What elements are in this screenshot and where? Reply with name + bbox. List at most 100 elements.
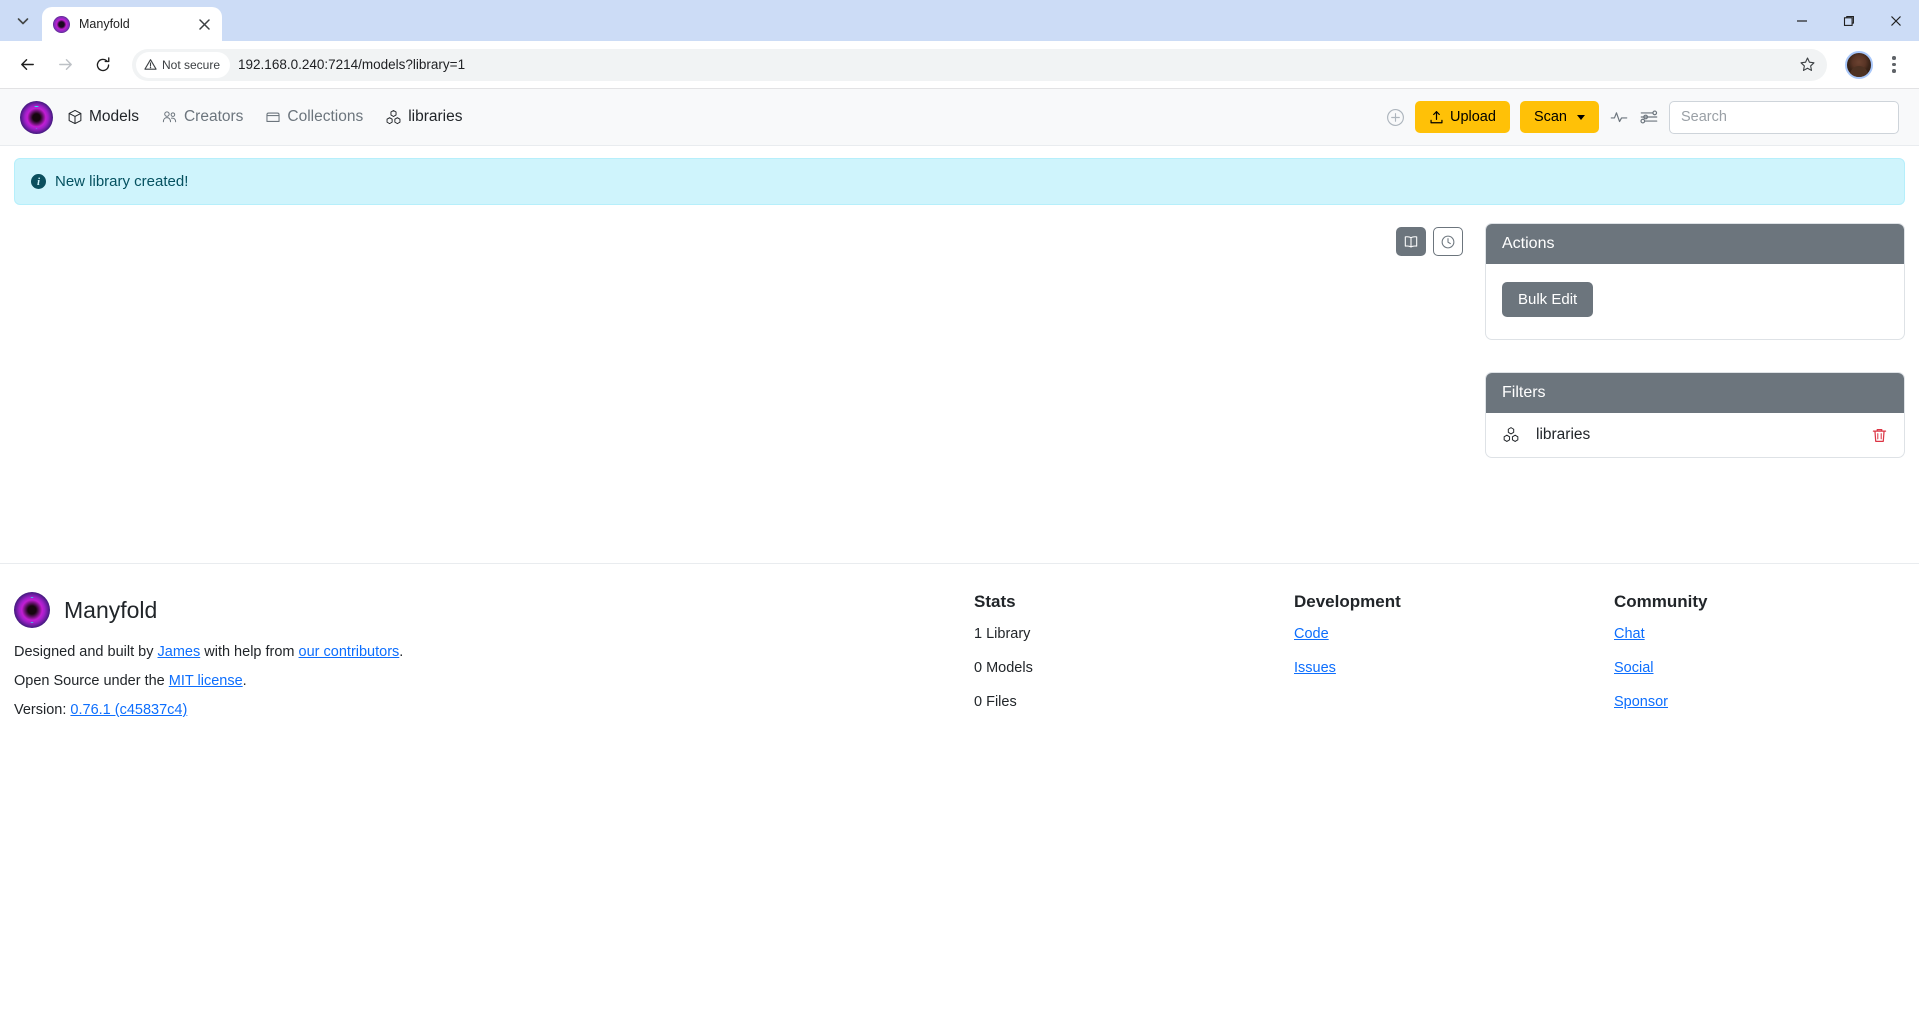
minimize-icon[interactable]	[1778, 0, 1825, 41]
upload-button[interactable]: Upload	[1414, 100, 1510, 134]
cube-icon	[68, 109, 82, 125]
book-icon	[1404, 235, 1418, 248]
footer-community-title: Community	[1614, 592, 1708, 611]
delete-filter-button[interactable]	[1871, 427, 1888, 444]
activity-pulse-icon	[1610, 112, 1628, 123]
contributors-link[interactable]: our contributors	[299, 644, 400, 660]
forward-button[interactable]	[48, 48, 82, 82]
tab-title: Manyfold	[79, 17, 130, 31]
page-footer: Manyfold Designed and built by James wit…	[0, 563, 1919, 731]
nav-item-creators[interactable]: Creators	[161, 108, 243, 126]
community-link-sponsor[interactable]: Sponsor	[1614, 694, 1708, 710]
scan-label: Scan	[1533, 108, 1567, 125]
manyfold-logo-icon[interactable]	[20, 100, 53, 134]
trash-icon	[1872, 428, 1887, 442]
actions-card: Actions Bulk Edit	[1485, 223, 1905, 340]
view-toggle-group	[1396, 227, 1463, 256]
window-controls	[1778, 0, 1919, 41]
reload-icon	[96, 56, 110, 71]
maximize-icon[interactable]	[1825, 0, 1872, 41]
browser-titlebar: Manyfold	[0, 0, 1919, 41]
upload-icon	[1430, 110, 1443, 123]
library-group-icon	[1503, 427, 1519, 442]
footer-development-title: Development	[1294, 592, 1401, 611]
kebab-dot	[1892, 69, 1896, 73]
nav-item-collections[interactable]: Collections	[265, 108, 363, 126]
warning-triangle-icon	[144, 59, 157, 70]
nav-item-libraries[interactable]: libraries	[385, 108, 462, 126]
credit-suffix: .	[399, 644, 404, 660]
version-link[interactable]: 0.76.1 (c45837c4)	[70, 702, 187, 718]
tab-search-button[interactable]	[6, 6, 40, 36]
stat-models: 0 Models	[974, 660, 1033, 676]
library-group-icon	[386, 109, 401, 124]
filters-card-title: Filters	[1486, 373, 1904, 413]
sidebar: Actions Bulk Edit Filters libraries	[1485, 223, 1905, 523]
address-bar[interactable]: Not secure 192.168.0.240:7214/models?lib…	[132, 48, 1827, 81]
collection-box-icon	[266, 112, 280, 122]
community-link-chat[interactable]: Chat	[1614, 626, 1708, 642]
development-link-issues[interactable]: Issues	[1294, 660, 1614, 676]
users-icon	[162, 110, 177, 122]
footer-credit-line: Designed and built by James with help fr…	[14, 644, 974, 660]
license-link[interactable]: MIT license	[169, 673, 243, 689]
filters-card: Filters libraries	[1485, 372, 1905, 458]
footer-stats-title: Stats	[974, 592, 1016, 611]
arrow-right-icon	[58, 59, 72, 70]
site-security-indicator[interactable]: Not secure	[136, 51, 231, 78]
filter-row-libraries: libraries	[1486, 413, 1904, 457]
close-icon[interactable]	[194, 14, 214, 34]
reload-button[interactable]	[86, 48, 120, 82]
stat-files: 0 Files	[974, 694, 1017, 710]
search-input[interactable]	[1669, 100, 1899, 134]
footer-stats-column: Stats 1 Library 0 Models 0 Files	[974, 592, 1294, 731]
version-prefix: Version:	[14, 702, 71, 718]
author-link[interactable]: James	[158, 644, 201, 660]
settings-button[interactable]	[1639, 107, 1659, 127]
bulk-edit-button[interactable]: Bulk Edit	[1502, 282, 1594, 317]
browser-toolbar: Not secure 192.168.0.240:7214/models?lib…	[0, 41, 1919, 89]
library-view-toggle[interactable]	[1396, 227, 1426, 256]
footer-brand-name: Manyfold	[64, 596, 158, 623]
license-suffix: .	[242, 673, 247, 689]
clock-icon	[1441, 235, 1455, 248]
close-window-icon[interactable]	[1872, 0, 1919, 41]
scan-dropdown-button[interactable]: Scan	[1519, 100, 1599, 134]
plus-circle-icon	[1387, 108, 1404, 126]
credit-prefix: Designed and built by	[14, 644, 158, 660]
nav-label: Collections	[287, 108, 364, 125]
app-navbar: Models Creators Collections libraries Up…	[0, 89, 1919, 146]
page-content: Models Creators Collections libraries Up…	[0, 89, 1919, 1027]
info-icon: i	[31, 174, 46, 189]
stat-libraries: 1 Library	[974, 626, 1031, 642]
nav-label: libraries	[408, 108, 463, 125]
alert-message: New library created!	[55, 173, 189, 190]
content-area: Actions Bulk Edit Filters libraries	[0, 205, 1919, 523]
development-link-code[interactable]: Code	[1294, 626, 1614, 642]
chevron-down-icon	[17, 18, 29, 25]
nav-toolbar: Upload Scan	[1386, 100, 1899, 134]
nav-item-models[interactable]: Models	[67, 108, 139, 126]
avatar[interactable]	[1845, 50, 1873, 79]
kebab-dot	[1892, 62, 1896, 67]
nav-label: Creators	[183, 108, 244, 125]
flash-alert: i New library created!	[14, 158, 1905, 205]
filter-label: libraries	[1536, 426, 1591, 443]
models-grid	[14, 223, 1485, 523]
sliders-icon	[1640, 110, 1658, 124]
url-text: 192.168.0.240:7214/models?library=1	[238, 57, 466, 72]
kebab-dot	[1892, 56, 1896, 60]
bookmark-star-icon[interactable]	[1793, 51, 1821, 79]
credit-middle: with help from	[200, 644, 299, 660]
footer-brand: Manyfold Designed and built by James wit…	[14, 592, 974, 731]
activity-button[interactable]	[1609, 107, 1629, 127]
nav-label: Models	[89, 108, 139, 125]
back-button[interactable]	[10, 48, 44, 82]
arrow-left-icon	[20, 59, 34, 70]
browser-tab[interactable]: Manyfold	[42, 7, 222, 41]
community-link-social[interactable]: Social	[1614, 660, 1708, 676]
recent-view-toggle[interactable]	[1433, 227, 1463, 256]
browser-menu-button[interactable]	[1879, 50, 1909, 80]
add-button[interactable]	[1386, 108, 1405, 127]
footer-brand-heading: Manyfold	[14, 592, 974, 628]
